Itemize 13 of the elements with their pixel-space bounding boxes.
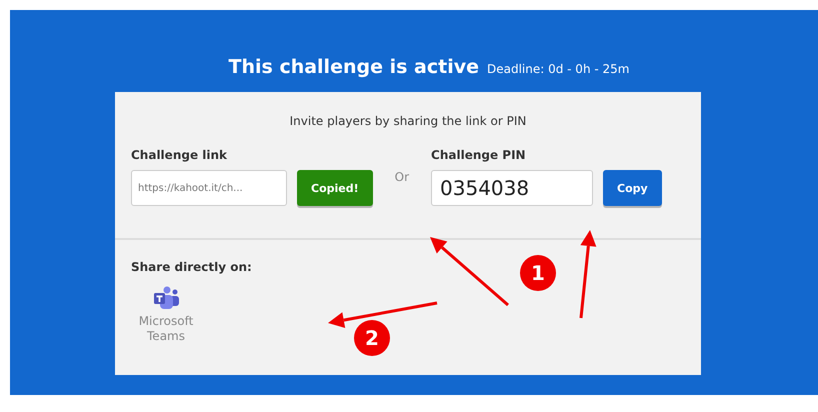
challenge-title: This challenge is active xyxy=(228,56,479,78)
invite-instruction: Invite players by sharing the link or PIN xyxy=(288,114,528,128)
share-heading: Share directly on: xyxy=(131,260,252,274)
deadline-text: Deadline: 0d - 0h - 25m xyxy=(486,62,630,76)
pin-label: Challenge PIN xyxy=(431,148,527,162)
copy-pin-button[interactable]: Copy xyxy=(603,170,662,206)
service-name[interactable]: Microsoft Teams xyxy=(131,314,201,344)
teams-icon xyxy=(152,286,180,310)
copy-link-button[interactable]: Copied! xyxy=(297,170,373,206)
link-label: Challenge link xyxy=(131,148,228,162)
or-separator: Or xyxy=(394,170,410,184)
link-field[interactable]: https://kahoot.it/ch... xyxy=(131,170,287,206)
pin-field[interactable]: 0354038 xyxy=(431,170,594,206)
